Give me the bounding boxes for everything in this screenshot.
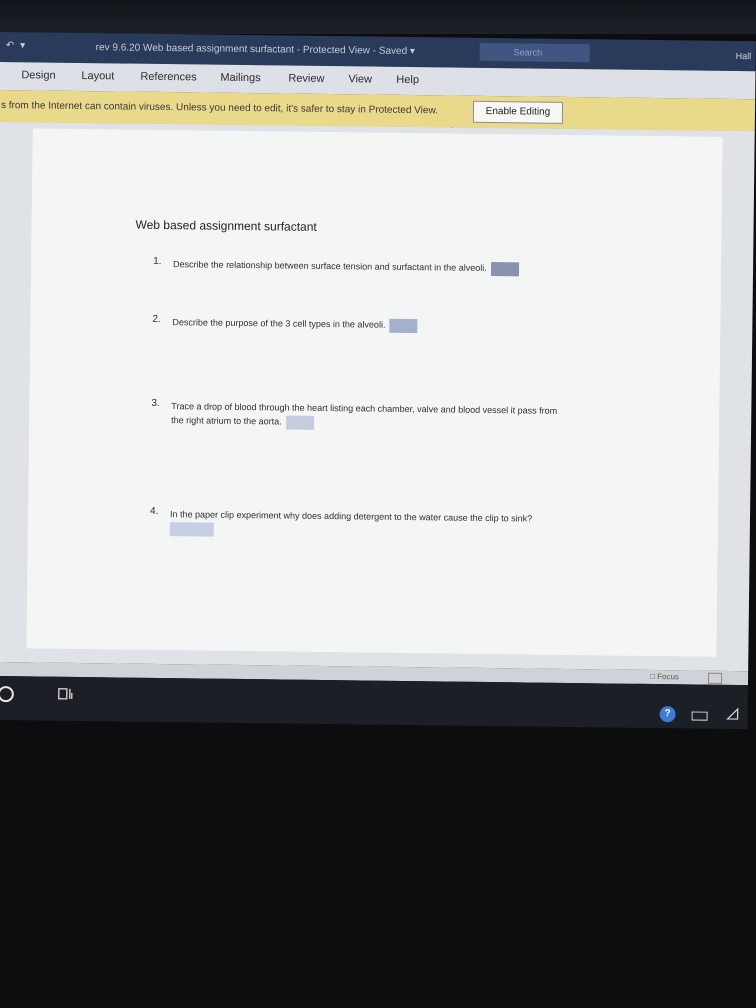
tab-review[interactable]: Review (288, 73, 324, 85)
question-number: 1. (153, 255, 162, 267)
quick-access-toolbar[interactable]: ↶▾ (6, 40, 32, 51)
tab-references[interactable]: References (140, 71, 196, 84)
question-text: In the paper clip experiment why does ad… (169, 507, 533, 540)
answer-field[interactable] (169, 521, 214, 537)
question-text-line: Trace a drop of blood through the heart … (171, 401, 558, 416)
question-text: Describe the relationship between surfac… (173, 257, 519, 276)
document-page: Web based assignment surfactant 1. Descr… (26, 128, 723, 657)
answer-field[interactable] (389, 318, 418, 333)
focus-mode-button[interactable]: □ Focus (650, 672, 679, 681)
customize-qat-dropdown[interactable]: ▾ (20, 40, 31, 51)
document-canvas: Web based assignment surfactant 1. Descr… (0, 121, 755, 672)
cortana-icon[interactable] (0, 686, 14, 703)
question-number: 3. (151, 397, 160, 409)
search-input[interactable]: Search (479, 42, 590, 63)
user-name[interactable]: Hall (736, 51, 752, 61)
question-text-line: Describe the relationship between surfac… (173, 259, 487, 273)
taskbar: ? (0, 675, 748, 730)
question-4: 4. In the paper clip experiment why does… (150, 506, 710, 537)
tab-design[interactable]: Design (21, 69, 55, 81)
question-number: 2. (152, 313, 161, 325)
question-text: Trace a drop of blood through the heart … (171, 399, 557, 432)
question-text-line: the right atrium to the aorta. (171, 415, 282, 427)
question-number: 4. (149, 505, 159, 517)
wifi-icon[interactable] (726, 707, 740, 721)
enable-editing-button[interactable]: Enable Editing (472, 100, 564, 124)
question-text-line: In the paper clip experiment why does ad… (169, 509, 533, 524)
answer-field[interactable] (285, 415, 314, 430)
help-icon[interactable]: ? (659, 706, 676, 723)
document-heading: Web based assignment surfactant (135, 217, 317, 234)
read-mode-icon[interactable] (707, 672, 723, 684)
tab-view[interactable]: View (348, 73, 372, 85)
answer-field[interactable] (490, 261, 519, 276)
question-1: 1. Describe the relationship between sur… (153, 256, 713, 276)
question-3: 3. Trace a drop of blood through the hea… (151, 398, 711, 430)
tab-help[interactable]: Help (396, 74, 419, 86)
protected-view-message: s from the Internet can contain viruses.… (0, 100, 438, 117)
task-view-icon[interactable] (58, 687, 74, 701)
document-title: rev 9.6.20 Web based assignment surfacta… (95, 42, 416, 58)
question-2: 2. Describe the purpose of the 3 cell ty… (152, 314, 712, 333)
focus-label: Focus (657, 672, 679, 682)
search-placeholder: Search (513, 47, 543, 58)
question-text: Describe the purpose of the 3 cell types… (172, 315, 418, 333)
question-text-line: Describe the purpose of the 3 cell types… (172, 317, 386, 330)
tab-mailings[interactable]: Mailings (220, 72, 261, 84)
battery-icon[interactable] (691, 711, 708, 721)
screen: ↶▾ rev 9.6.20 Web based assignment surfa… (0, 24, 756, 730)
tab-layout[interactable]: Layout (81, 70, 114, 82)
undo-icon[interactable]: ↶ (6, 40, 21, 51)
